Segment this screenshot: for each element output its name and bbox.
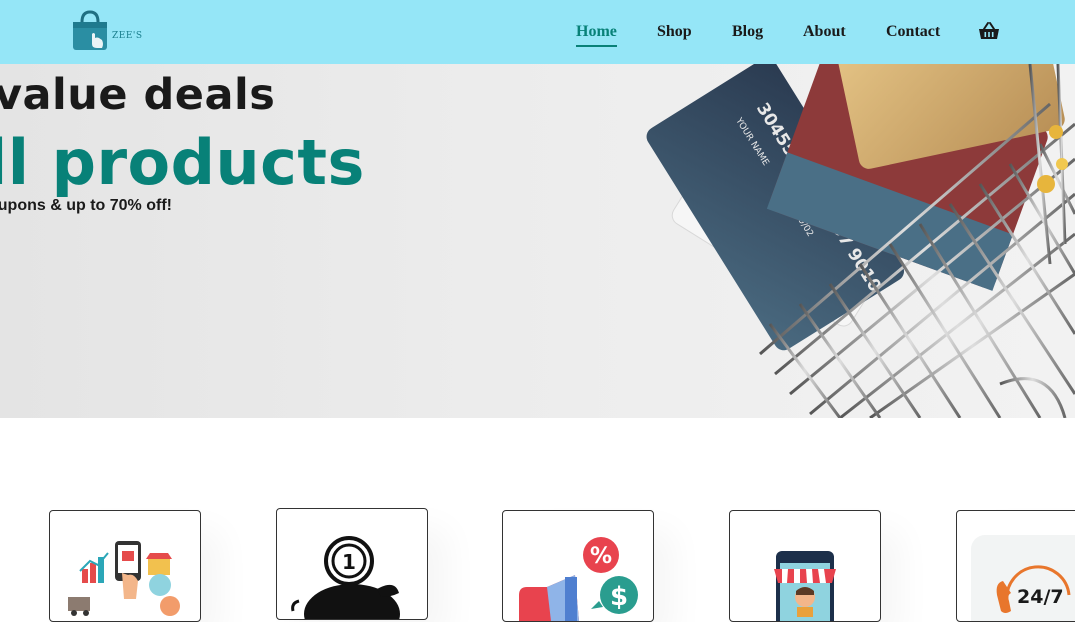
shopping-bag-logo-icon <box>73 10 107 50</box>
nav-home[interactable]: Home <box>576 23 617 47</box>
site-header: ZEE'S Home Shop Blog About Contact <box>0 0 1075 64</box>
nav-contact-label: Contact <box>886 23 941 40</box>
support-24-7-icon: 24/7 <box>971 535 1075 621</box>
nav-about-label: About <box>803 23 846 40</box>
nav-contact[interactable]: Contact <box>886 23 940 41</box>
nav-active-underline <box>576 45 617 47</box>
nav-blog-label: Blog <box>732 23 764 40</box>
hero-description: oupons & up to 70% off! <box>0 197 172 214</box>
promotions-megaphone-icon: % $ <box>519 537 638 621</box>
nav-shop[interactable]: Shop <box>657 23 692 41</box>
logo[interactable]: ZEE'S <box>72 10 142 52</box>
feature-box-analytics[interactable] <box>49 510 201 622</box>
hero-title: ll products <box>0 126 365 199</box>
shopping-analytics-icon <box>68 541 180 616</box>
support-badge-text: 24/7 <box>1017 586 1064 608</box>
shopping-basket-icon[interactable] <box>978 21 1000 41</box>
feature-box-online-store[interactable] <box>729 510 881 622</box>
svg-text:%: % <box>590 544 612 569</box>
svg-text:$: $ <box>610 582 628 612</box>
credit-cards-cart-image: 30455 1234 5657 30455 1234 5657 9010 YOU… <box>646 64 1075 418</box>
nav-home-label: Home <box>576 23 617 40</box>
nav-about[interactable]: About <box>803 23 846 41</box>
coin-savings-icon: 1 <box>291 536 400 619</box>
svg-text:1: 1 <box>342 550 356 574</box>
nav-blog[interactable]: Blog <box>732 23 763 41</box>
hero-banner: 30455 1234 5657 30455 1234 5657 9010 YOU… <box>0 64 1075 418</box>
feature-box-savings[interactable]: 1 <box>276 508 428 620</box>
nav-shop-label: Shop <box>657 23 692 40</box>
online-store-icon <box>774 551 836 621</box>
hero-subtitle: value deals <box>0 70 276 120</box>
logo-text: ZEE'S <box>112 31 143 41</box>
feature-box-promotions[interactable]: % $ <box>502 510 654 622</box>
feature-box-support[interactable]: 24/7 <box>956 510 1075 622</box>
